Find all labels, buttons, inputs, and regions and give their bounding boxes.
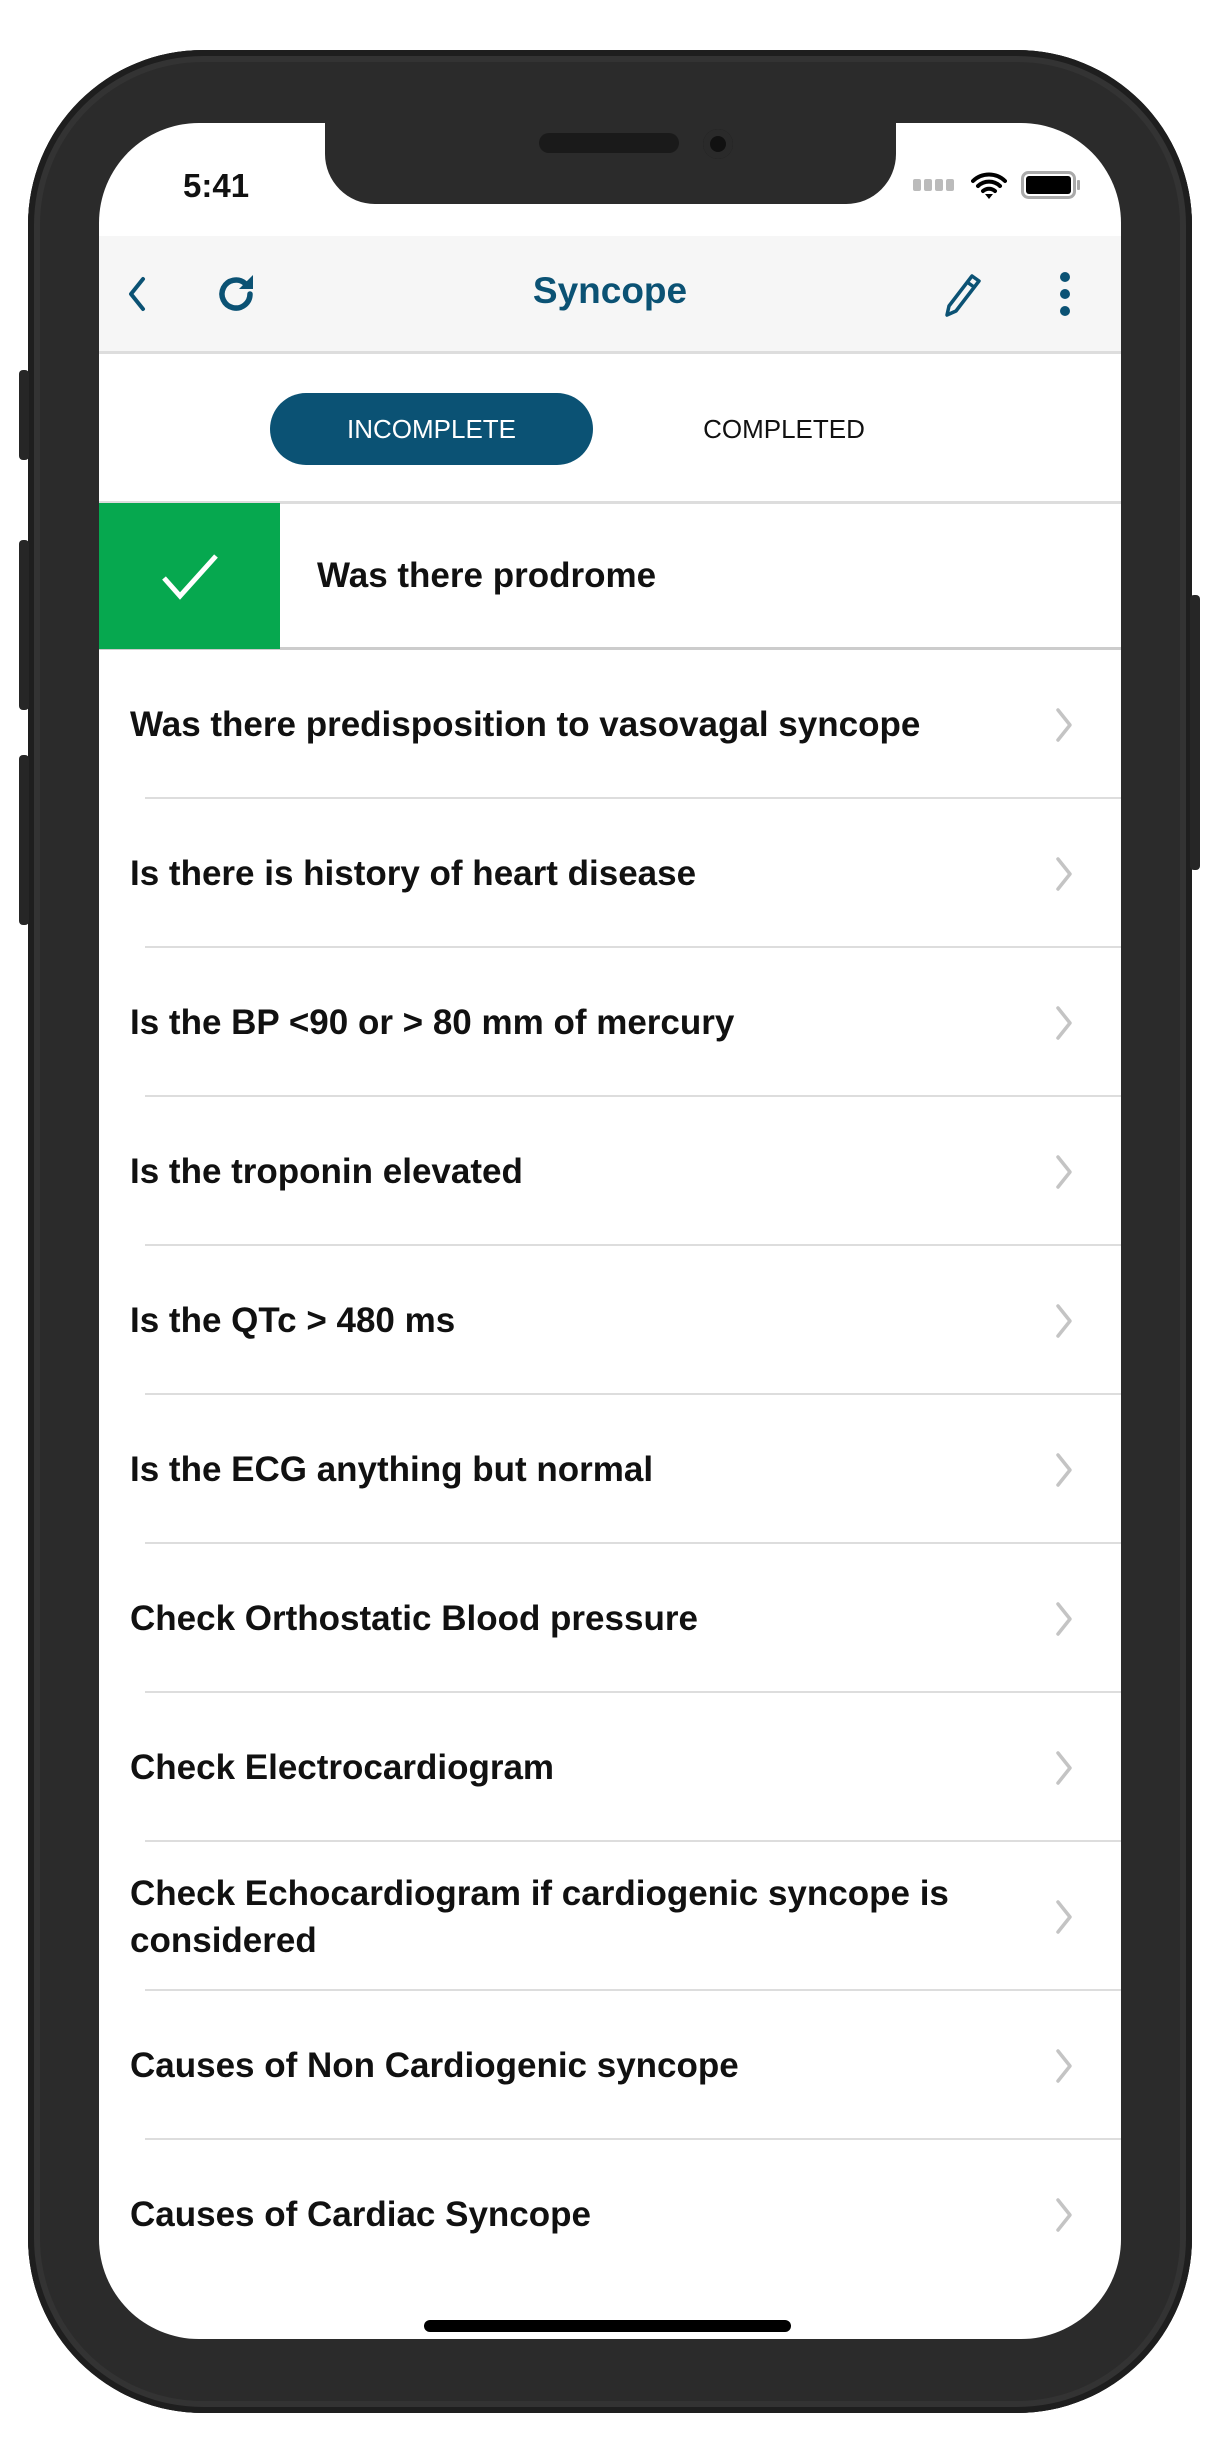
- chevron-right-icon: [1056, 707, 1072, 742]
- app-screen: 5:41 Syncope INCOMPLETE COMPLETED Was th…: [99, 123, 1121, 2339]
- battery-icon: [1021, 171, 1080, 199]
- more-button[interactable]: [1037, 266, 1093, 322]
- checklist: Was there prodrome Was there predisposit…: [99, 501, 1121, 2289]
- chevron-right-icon: [1056, 1601, 1072, 1636]
- power-button: [1190, 595, 1200, 870]
- pencil-icon: [945, 274, 981, 317]
- list-item-label: Is the QTc > 480 ms: [130, 1301, 456, 1340]
- chevron-right-icon: [1056, 1750, 1072, 1785]
- checkmark-icon: [161, 553, 218, 600]
- more-vertical-icon: [1060, 272, 1070, 316]
- list-item[interactable]: Causes of Non Cardiogenic syncope: [99, 1991, 1121, 2140]
- list-item-label: Causes of Non Cardiogenic syncope: [130, 2046, 739, 2085]
- edit-button[interactable]: [935, 266, 991, 322]
- home-indicator[interactable]: [424, 2320, 791, 2332]
- list-item[interactable]: Is the troponin elevated: [99, 1097, 1121, 1246]
- wifi-icon: [971, 172, 1007, 199]
- chevron-right-icon: [1056, 1899, 1072, 1934]
- list-item[interactable]: Is there is history of heart disease: [99, 799, 1121, 948]
- list-item-label: Was there predisposition to vasovagal sy…: [130, 705, 921, 744]
- nav-bar: Syncope: [99, 236, 1121, 354]
- signal-icon: [913, 179, 954, 191]
- mute-switch: [19, 370, 29, 460]
- list-item[interactable]: Is the BP <90 or > 80 mm of mercury: [99, 948, 1121, 1097]
- list-item-label: Is the BP <90 or > 80 mm of mercury: [130, 1003, 735, 1042]
- list-item-label: Check Electrocardiogram: [130, 1748, 555, 1787]
- list-item[interactable]: Is the QTc > 480 ms: [99, 1246, 1121, 1395]
- list-item-label: Is the troponin elevated: [130, 1152, 523, 1191]
- camera: [703, 129, 733, 159]
- list-item-label: Is there is history of heart disease: [130, 854, 697, 893]
- tab-completed[interactable]: COMPLETED: [669, 393, 899, 465]
- chevron-right-icon: [1056, 1005, 1072, 1040]
- list-item[interactable]: Check Electrocardiogram: [99, 1693, 1121, 1842]
- list-item[interactable]: Is the ECG anything but normal: [99, 1395, 1121, 1544]
- tab-incomplete[interactable]: INCOMPLETE: [270, 393, 593, 465]
- list-item[interactable]: Check Orthostatic Blood pressure: [99, 1544, 1121, 1693]
- list-item-label: Was there prodrome: [317, 555, 657, 595]
- list-item-label: Check Echocardiogram if cardiogenic sync…: [130, 1873, 949, 1960]
- notch: [325, 123, 896, 204]
- list-item-label: Is the ECG anything but normal: [130, 1450, 654, 1489]
- chevron-right-icon: [1056, 2197, 1072, 2232]
- list-item-label: Check Orthostatic Blood pressure: [130, 1599, 698, 1638]
- status-tabs: INCOMPLETE COMPLETED: [99, 393, 1121, 465]
- status-icons: [913, 171, 1081, 199]
- list-item-label: Causes of Cardiac Syncope: [130, 2195, 591, 2234]
- list-item[interactable]: Was there predisposition to vasovagal sy…: [99, 650, 1121, 799]
- chevron-right-icon: [1056, 856, 1072, 891]
- list-item[interactable]: Check Echocardiogram if cardiogenic sync…: [99, 1842, 1121, 1991]
- status-time: 5:41: [183, 167, 250, 204]
- volume-down-button: [19, 755, 29, 925]
- list-item[interactable]: Causes of Cardiac Syncope: [99, 2140, 1121, 2289]
- chevron-right-icon: [1056, 1154, 1072, 1189]
- completed-list-item[interactable]: Was there prodrome: [99, 502, 1121, 650]
- volume-up-button: [19, 540, 29, 710]
- completed-marker: [99, 502, 280, 649]
- chevron-right-icon: [1056, 1303, 1072, 1338]
- chevron-right-icon: [1056, 1452, 1072, 1487]
- chevron-right-icon: [1056, 2048, 1072, 2083]
- speaker: [539, 133, 679, 153]
